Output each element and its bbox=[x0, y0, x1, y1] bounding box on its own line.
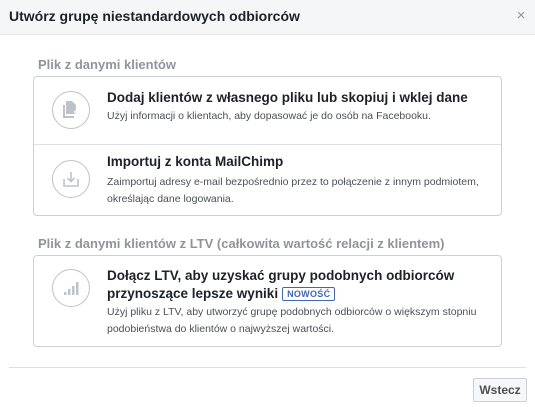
option-description: Użyj informacji o klientach, aby dopasow… bbox=[107, 110, 431, 122]
close-icon[interactable]: × bbox=[514, 8, 528, 24]
customer-file-card: Dodaj klientów z własnego pliku lub skop… bbox=[33, 76, 502, 216]
option-description: Użyj pliku z LTV, aby utworzyć grupę pod… bbox=[107, 306, 477, 335]
dialog-title: Utwórz grupę niestandardowych odbiorców bbox=[9, 8, 300, 24]
section-title-ltv: Plik z danymi klientów z LTV (całkowita … bbox=[38, 236, 445, 251]
option-include-ltv[interactable]: Dołącz LTV, aby uzyskać grupy podobnych … bbox=[34, 256, 501, 346]
option-import-mailchimp[interactable]: Importuj z konta MailChimp Zaimportuj ad… bbox=[34, 145, 501, 215]
footer-divider bbox=[9, 367, 526, 368]
dialog-header: Utwórz grupę niestandardowych odbiorców … bbox=[0, 0, 535, 35]
option-title: Importuj z konta MailChimp bbox=[107, 154, 284, 169]
add-file-icon bbox=[52, 91, 90, 129]
option-description: Zaimportuj adresy e-mail bezpośrednio pr… bbox=[107, 176, 479, 205]
bar-chart-icon bbox=[52, 269, 90, 307]
option-title: Dodaj klientów z własnego pliku lub skop… bbox=[107, 90, 468, 105]
option-add-from-file[interactable]: Dodaj klientów z własnego pliku lub skop… bbox=[34, 77, 501, 144]
import-icon bbox=[52, 160, 90, 198]
option-title-text: Dołącz LTV, aby uzyskać grupy podobnych … bbox=[107, 268, 455, 301]
ltv-card: Dołącz LTV, aby uzyskać grupy podobnych … bbox=[33, 255, 502, 347]
new-badge: NOWOŚĆ bbox=[282, 287, 336, 301]
section-title-customer-file: Plik z danymi klientów bbox=[38, 57, 176, 72]
option-title: Dołącz LTV, aby uzyskać grupy podobnych … bbox=[107, 267, 492, 303]
back-button[interactable]: Wstecz bbox=[473, 378, 527, 402]
